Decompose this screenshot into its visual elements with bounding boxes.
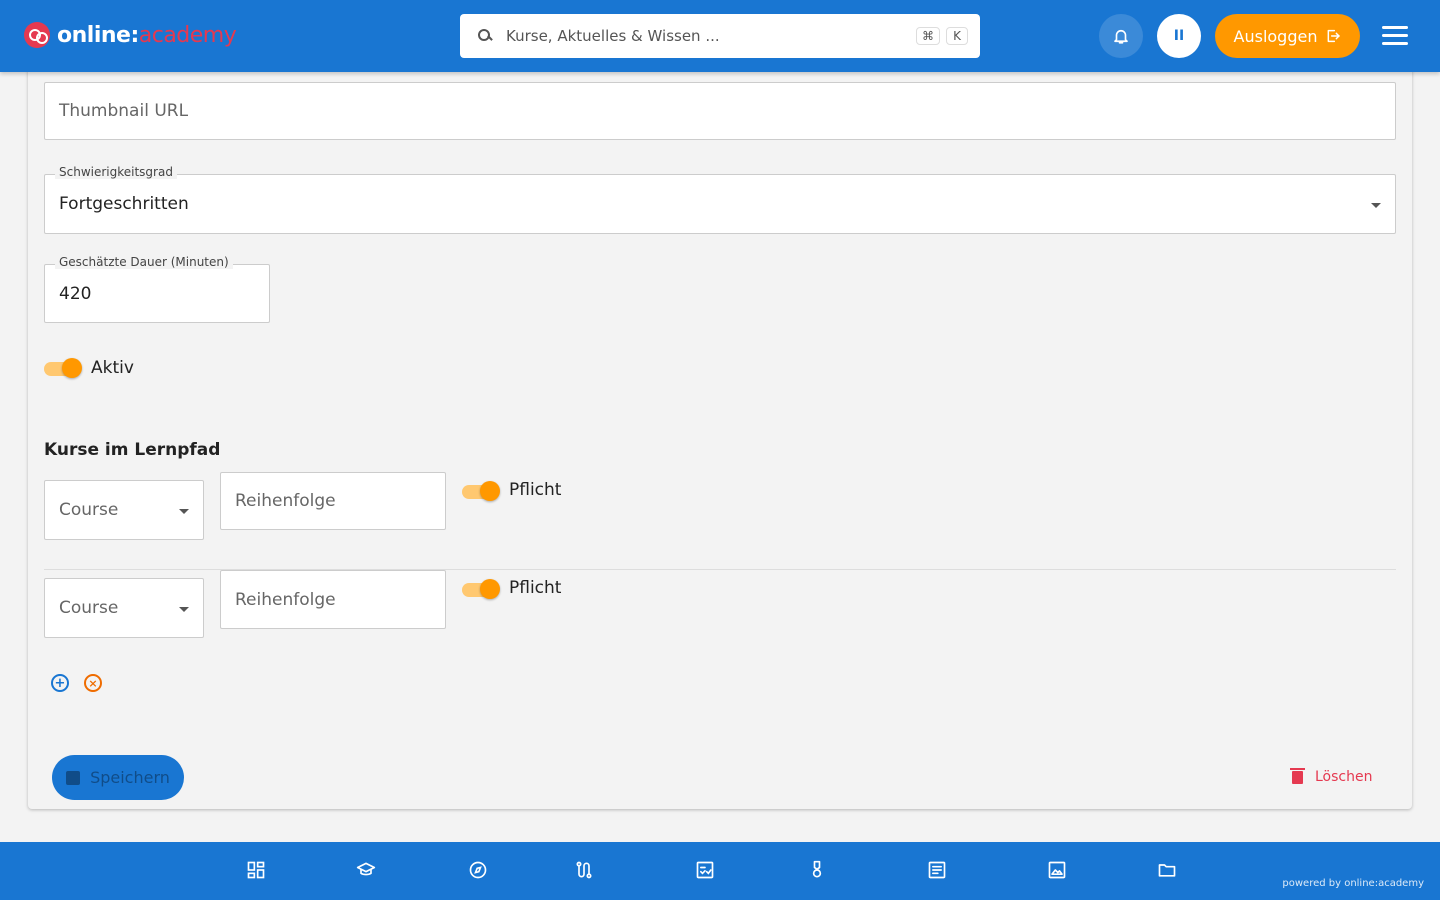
notifications-button[interactable] — [1099, 14, 1143, 58]
hamburger-menu-icon[interactable] — [1382, 26, 1408, 46]
difficulty-value: Fortgeschritten — [59, 194, 189, 214]
add-row-icon[interactable]: + — [51, 674, 69, 692]
avatar-initials: II — [1173, 28, 1185, 44]
duration-input[interactable]: Geschätzte Dauer (Minuten) 420 — [44, 255, 270, 323]
school-icon[interactable] — [355, 859, 377, 881]
course-select-1[interactable]: Course — [44, 480, 204, 540]
course-placeholder: Course — [59, 598, 119, 618]
duration-value: 420 — [59, 283, 92, 304]
search-bar[interactable]: ⌘ K — [460, 14, 980, 58]
logout-label: Ausloggen — [1233, 26, 1318, 46]
bottom-navigation: powered by online:academy — [0, 842, 1440, 900]
difficulty-select[interactable]: Schwierigkeitsgrad Fortgeschritten — [44, 165, 1396, 234]
difficulty-label: Schwierigkeitsgrad — [55, 165, 177, 179]
order-placeholder: Reihenfolge — [235, 589, 336, 610]
search-icon — [476, 27, 494, 45]
duration-label: Geschätzte Dauer (Minuten) — [55, 255, 233, 269]
shortcut-key-k: K — [946, 27, 968, 45]
award-icon[interactable] — [806, 859, 828, 881]
delete-label: Löschen — [1315, 769, 1373, 785]
save-button[interactable]: Speichern — [52, 755, 184, 800]
course-placeholder: Course — [59, 500, 119, 520]
image-icon[interactable] — [1046, 859, 1068, 881]
order-input-1[interactable]: Reihenfolge — [220, 472, 446, 530]
remove-row-icon[interactable]: × — [84, 674, 102, 692]
thumbnail-url-field[interactable]: Thumbnail URL — [44, 82, 1396, 140]
chevron-down-icon — [179, 509, 189, 514]
compass-icon[interactable] — [467, 859, 489, 881]
required-label-1: Pflicht — [509, 480, 562, 500]
avatar[interactable]: II — [1157, 14, 1201, 58]
required-label-2: Pflicht — [509, 578, 562, 598]
courses-section-title: Kurse im Lernpfad — [44, 440, 221, 460]
order-input-2[interactable]: Reihenfolge — [220, 570, 446, 629]
chevron-down-icon — [179, 607, 189, 612]
search-input[interactable] — [506, 27, 910, 45]
thumbnail-url-placeholder: Thumbnail URL — [59, 101, 189, 121]
active-toggle[interactable] — [44, 358, 82, 378]
course-select-2[interactable]: Course — [44, 578, 204, 638]
save-icon — [66, 770, 81, 785]
shortcut-key-cmd: ⌘ — [916, 27, 940, 45]
top-app-bar: online:academy ⌘ K II Ausloggen — [0, 0, 1440, 72]
logo-text: online:academy — [57, 22, 237, 48]
logout-icon — [1328, 29, 1341, 43]
active-label: Aktiv — [91, 358, 134, 378]
bell-icon — [1114, 29, 1128, 44]
trash-icon — [1290, 767, 1305, 784]
save-label: Speichern — [90, 768, 170, 787]
folder-icon[interactable] — [1156, 859, 1178, 881]
article-icon[interactable] — [926, 859, 948, 881]
logout-button[interactable]: Ausloggen — [1215, 14, 1360, 58]
dashboard-icon[interactable] — [245, 859, 267, 881]
learning-path-form-card: Thumbnail URL Schwierigkeitsgrad Fortges… — [28, 60, 1412, 809]
powered-by-text: powered by online:academy — [1282, 878, 1424, 889]
order-placeholder: Reihenfolge — [235, 491, 336, 511]
checklist-icon[interactable] — [694, 859, 716, 881]
logo-mark-icon — [24, 22, 50, 48]
logo[interactable]: online:academy — [24, 20, 237, 50]
delete-button[interactable]: Löschen — [1290, 765, 1373, 789]
chevron-down-icon — [1371, 203, 1381, 208]
route-icon[interactable] — [573, 859, 595, 881]
required-toggle-1[interactable] — [462, 481, 500, 501]
required-toggle-2[interactable] — [462, 579, 500, 599]
